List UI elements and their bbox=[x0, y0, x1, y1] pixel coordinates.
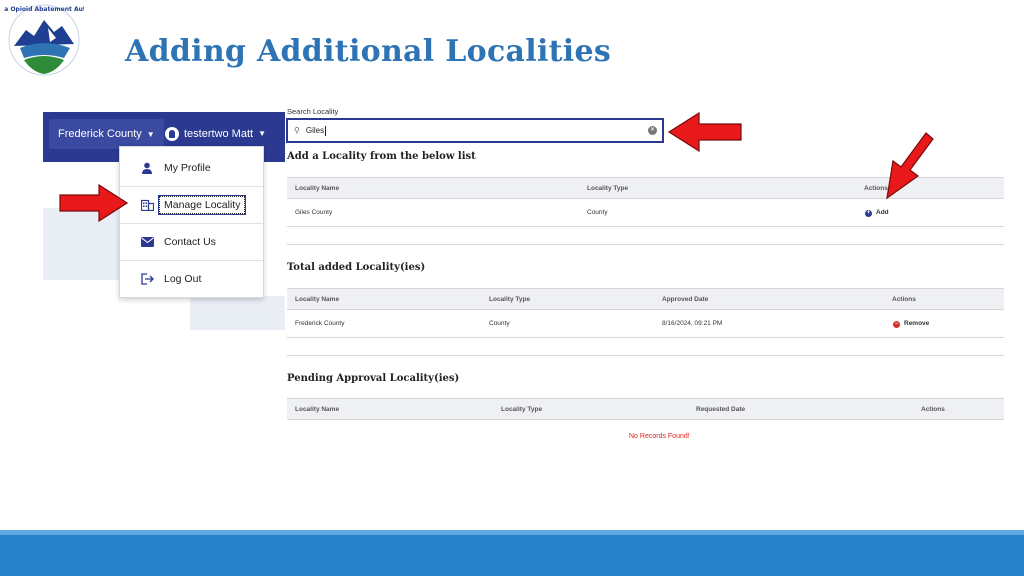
column-header: Actions bbox=[892, 296, 916, 303]
search-value: Giles bbox=[305, 126, 325, 135]
remove-label: Remove bbox=[904, 320, 930, 327]
envelope-icon bbox=[140, 235, 154, 249]
menu-item-log-out[interactable]: Log Out bbox=[120, 260, 263, 297]
oaa-logo: Virginia Opioid Abatement Authority bbox=[0, 2, 106, 78]
plus-circle-icon: + bbox=[865, 209, 872, 217]
menu-item-my-profile[interactable]: My Profile bbox=[120, 149, 263, 186]
minus-circle-icon: − bbox=[893, 320, 900, 328]
svg-text:Virginia Opioid Abatement Auth: Virginia Opioid Abatement Authority bbox=[4, 6, 84, 13]
user-avatar-icon bbox=[165, 127, 179, 141]
approved-date: 8/16/2024, 09:21 PM bbox=[662, 320, 723, 327]
user-dropdown-menu: My Profile Manage Locality Contact Us Lo… bbox=[119, 146, 264, 298]
menu-item-label: My Profile bbox=[164, 161, 211, 174]
menu-item-label: Log Out bbox=[164, 272, 202, 285]
person-icon bbox=[140, 161, 154, 175]
red-arrow-icon bbox=[667, 112, 742, 152]
page-background-panel bbox=[190, 296, 285, 330]
locality-type: County bbox=[587, 209, 608, 216]
building-icon bbox=[140, 198, 154, 212]
logout-icon bbox=[140, 272, 154, 286]
table-header: Locality Name Locality Type Approved Dat… bbox=[287, 288, 1004, 310]
county-selector-label: Frederick County bbox=[58, 128, 142, 140]
locality-name: Frederick County bbox=[295, 320, 345, 327]
section-title-pending: Pending Approval Locality(ies) bbox=[287, 373, 460, 384]
column-header: Locality Name bbox=[295, 406, 340, 413]
slide-title: Adding Additional Localities bbox=[125, 34, 612, 69]
section-title-added: Total added Locality(ies) bbox=[287, 262, 426, 273]
no-records-message: No Records Found! bbox=[629, 433, 690, 440]
search-icon: ⚲ bbox=[294, 126, 300, 135]
locality-type: County bbox=[489, 320, 510, 327]
menu-item-label: Manage Locality bbox=[157, 194, 247, 215]
add-label: Add bbox=[876, 209, 889, 216]
menu-item-label: Contact Us bbox=[164, 235, 216, 248]
column-header: Actions bbox=[921, 406, 945, 413]
red-arrow-icon bbox=[59, 184, 129, 222]
menu-item-manage-locality[interactable]: Manage Locality bbox=[120, 186, 263, 223]
locality-name: Giles County bbox=[295, 209, 333, 216]
remove-locality-button[interactable]: − Remove bbox=[893, 310, 929, 338]
column-header: Locality Type bbox=[587, 185, 629, 192]
user-menu-button[interactable]: testertwo Matt ▼ bbox=[165, 119, 266, 149]
red-arrow-icon bbox=[886, 132, 934, 200]
user-name: testertwo Matt bbox=[184, 128, 254, 140]
column-header: Approved Date bbox=[662, 296, 709, 303]
table-row: Giles County County + Add bbox=[287, 199, 1004, 227]
text-cursor bbox=[325, 125, 327, 136]
search-locality-input[interactable]: ⚲ Giles ✕ bbox=[286, 118, 664, 143]
column-header: Locality Name bbox=[295, 185, 340, 192]
footer-bar bbox=[0, 535, 1024, 576]
table-header: Locality Name Locality Type Requested Da… bbox=[287, 398, 1004, 420]
section-divider bbox=[287, 355, 1004, 356]
clear-icon[interactable]: ✕ bbox=[648, 126, 657, 135]
search-label: Search Locality bbox=[287, 107, 339, 116]
column-header: Locality Name bbox=[295, 296, 340, 303]
county-selector[interactable]: Frederick County ▼ bbox=[49, 119, 164, 149]
table-row: Frederick County County 8/16/2024, 09:21… bbox=[287, 310, 1004, 338]
section-divider bbox=[287, 244, 1004, 245]
caret-down-icon: ▼ bbox=[258, 129, 266, 138]
column-header: Locality Type bbox=[501, 406, 543, 413]
column-header: Requested Date bbox=[696, 406, 746, 413]
caret-down-icon: ▼ bbox=[146, 130, 155, 139]
add-locality-button[interactable]: + Add bbox=[865, 199, 889, 227]
menu-item-contact-us[interactable]: Contact Us bbox=[120, 223, 263, 260]
column-header: Locality Type bbox=[489, 296, 531, 303]
section-title-add: Add a Locality from the below list bbox=[287, 151, 476, 162]
